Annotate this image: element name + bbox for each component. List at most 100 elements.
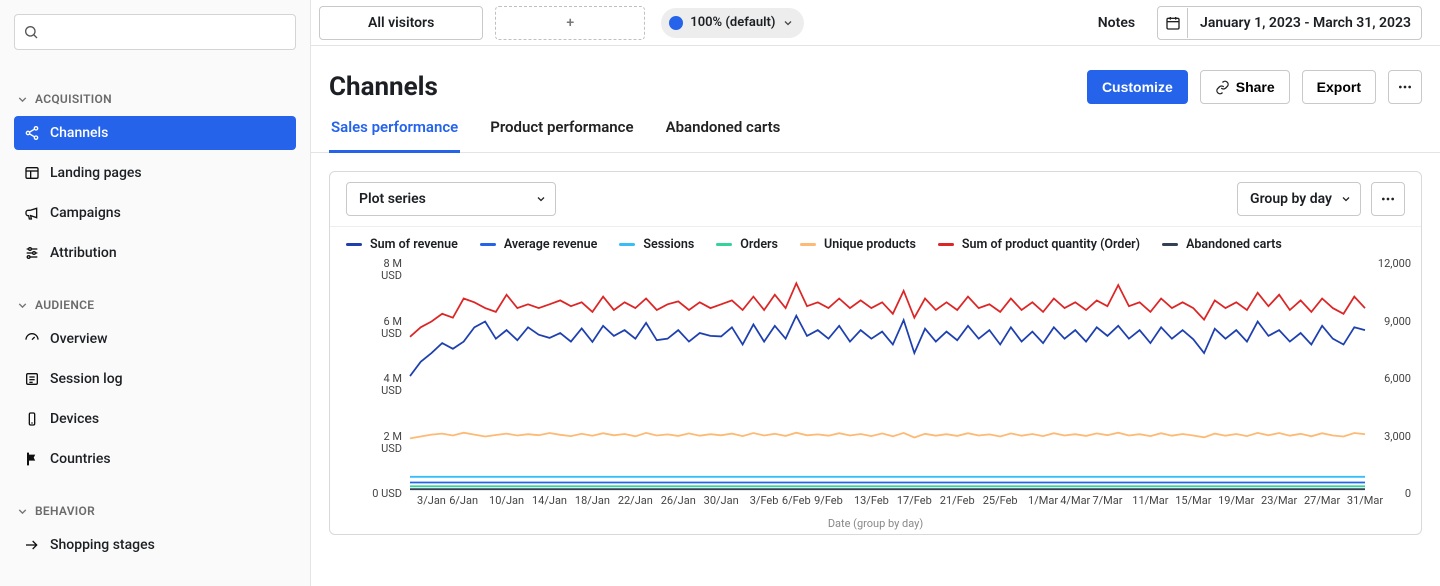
x-tick: 23/Mar [1261, 494, 1297, 507]
tab-sales-performance[interactable]: Sales performance [329, 118, 460, 153]
group-by-select[interactable]: Group by day [1237, 182, 1361, 216]
legend-item[interactable]: Sessions [619, 237, 694, 252]
chevron-down-icon [16, 505, 29, 518]
page-title: Channels [329, 72, 438, 102]
legend-swatch [800, 243, 816, 246]
legend-swatch [480, 243, 496, 246]
sampling-selector[interactable]: 100% (default) [661, 8, 804, 38]
nav-section-header[interactable]: AUDIENCE [14, 276, 296, 322]
x-tick: 10/Jan [489, 494, 524, 507]
more-horizontal-icon [1397, 79, 1413, 95]
legend-label: Sum of revenue [370, 237, 458, 252]
x-tick: 6/Jan [449, 494, 478, 507]
add-segment-button[interactable]: + [495, 6, 645, 40]
nav-section-header[interactable]: BEHAVIOR [14, 482, 296, 528]
x-tick: 7/Mar [1092, 494, 1122, 507]
legend-label: Sessions [643, 237, 694, 252]
sidebar-item-label: Channels [50, 125, 108, 141]
series-line [410, 283, 1365, 337]
x-tick: 21/Feb [940, 494, 975, 507]
share-nodes-icon [24, 125, 40, 141]
x-tick: 25/Feb [983, 494, 1018, 507]
sidebar-item-countries[interactable]: Countries [14, 442, 296, 476]
sidebar-item-overview[interactable]: Overview [14, 322, 296, 356]
legend-item[interactable]: Abandoned carts [1162, 237, 1282, 252]
y-left-tick: 0 USD [372, 488, 402, 500]
sidebar-item-label: Attribution [50, 245, 117, 261]
y-right-tick: 0 [1405, 488, 1411, 500]
chart-card: Plot series Group by day Sum of revenue A… [329, 171, 1422, 535]
chart-legend: Sum of revenue Average revenue Sessions Ord… [330, 226, 1421, 252]
legend-item[interactable]: Orders [716, 237, 778, 252]
legend-swatch [1162, 243, 1178, 246]
layout-icon [24, 165, 40, 181]
sidebar-item-label: Overview [50, 331, 107, 347]
x-tick: 1/Mar [1028, 494, 1058, 507]
x-tick: 11/Mar [1132, 494, 1168, 507]
tab-product-performance[interactable]: Product performance [488, 118, 635, 153]
gauge-icon [24, 331, 40, 347]
legend-item[interactable]: Sum of product quantity (Order) [938, 237, 1140, 252]
more-horizontal-icon [1380, 191, 1396, 207]
sidebar-item-label: Devices [50, 411, 99, 427]
calendar-icon [1158, 8, 1188, 38]
y-left-tick: 2 MUSD [381, 431, 402, 455]
date-range-label: January 1, 2023 - March 31, 2023 [1200, 15, 1411, 31]
chevron-down-icon [782, 17, 794, 29]
x-tick: 27/Mar [1304, 494, 1340, 507]
arrow-right-icon [24, 537, 40, 553]
legend-item[interactable]: Unique products [800, 237, 916, 252]
notes-link[interactable]: Notes [1098, 15, 1135, 31]
customize-button[interactable]: Customize [1087, 70, 1188, 104]
legend-swatch [346, 243, 362, 246]
sidebar-item-attribution[interactable]: Attribution [14, 236, 296, 270]
x-axis-title: Date (group by day) [330, 517, 1421, 530]
legend-item[interactable]: Average revenue [480, 237, 598, 252]
segment-label: All visitors [368, 15, 434, 31]
export-button[interactable]: Export [1302, 70, 1376, 104]
x-tick: 22/Jan [618, 494, 653, 507]
sidebar-item-label: Countries [50, 451, 111, 467]
sidebar-item-devices[interactable]: Devices [14, 402, 296, 436]
sidebar-item-channels[interactable]: Channels [14, 116, 296, 150]
x-tick: 18/Jan [575, 494, 610, 507]
sidebar-item-shopping-stages[interactable]: Shopping stages [14, 528, 296, 562]
more-actions-button[interactable] [1388, 70, 1422, 104]
legend-item[interactable]: Sum of revenue [346, 237, 458, 252]
x-tick: 30/Jan [704, 494, 739, 507]
flag-icon [24, 451, 40, 467]
sidebar-item-label: Shopping stages [50, 537, 155, 553]
x-tick: 3/Jan [417, 494, 446, 507]
legend-label: Sum of product quantity (Order) [962, 237, 1140, 252]
megaphone-icon [24, 205, 40, 221]
chevron-down-icon [16, 93, 29, 106]
series-line [410, 433, 1365, 439]
x-tick: 31/Mar [1347, 494, 1383, 507]
sidebar-item-session-log[interactable]: Session log [14, 362, 296, 396]
y-left-tick: 8 MUSD [381, 258, 402, 282]
add-segment-label: + [566, 15, 574, 31]
plot-series-select[interactable]: Plot series [346, 182, 556, 216]
x-tick: 4/Mar [1060, 494, 1090, 507]
search-input[interactable] [14, 14, 296, 50]
y-left-tick: 4 MUSD [381, 373, 402, 397]
share-button[interactable]: Share [1200, 70, 1290, 104]
tab-abandoned-carts[interactable]: Abandoned carts [664, 118, 783, 153]
x-tick: 6/Feb [782, 494, 811, 507]
legend-swatch [716, 243, 732, 246]
x-tick: 17/Feb [897, 494, 932, 507]
sidebar-item-campaigns[interactable]: Campaigns [14, 196, 296, 230]
main: All visitors + 100% (default) Notes Janu… [311, 0, 1440, 586]
segment-selector[interactable]: All visitors [319, 6, 483, 40]
sidebar-item-landing-pages[interactable]: Landing pages [14, 156, 296, 190]
device-icon [24, 411, 40, 427]
x-tick: 9/Feb [814, 494, 843, 507]
nav-section-header[interactable]: ACQUISITION [14, 70, 296, 116]
chart-more-button[interactable] [1371, 182, 1405, 216]
y-right-tick: 9,000 [1384, 316, 1411, 328]
date-range-picker[interactable]: January 1, 2023 - March 31, 2023 [1157, 6, 1422, 40]
x-tick: 19/Mar [1218, 494, 1254, 507]
chevron-down-icon [16, 299, 29, 312]
sidebar-item-label: Session log [50, 371, 123, 387]
sliders-icon [24, 245, 40, 261]
